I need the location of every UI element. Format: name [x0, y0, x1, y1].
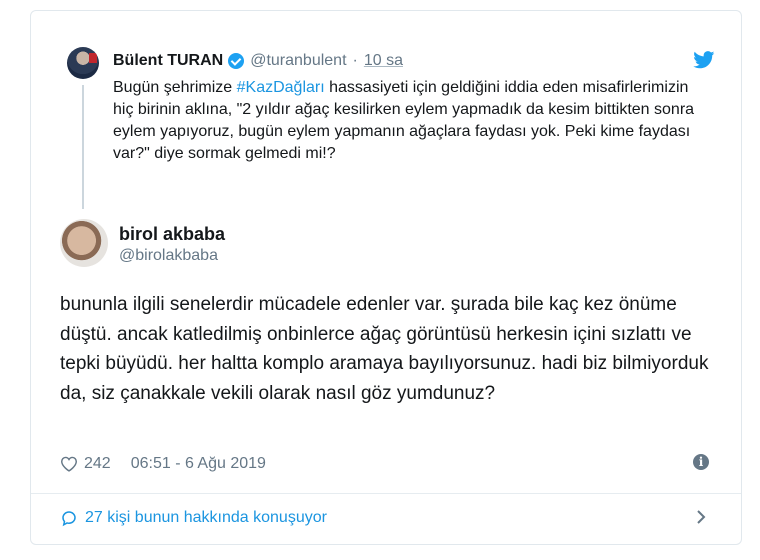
verified-badge-icon — [228, 53, 245, 69]
quoted-tweet-header: Bülent TURAN @turanbulent · 10 sa — [113, 51, 403, 71]
heart-icon[interactable] — [60, 456, 78, 472]
tweet-timestamp[interactable]: 06:51 - 6 Ağu 2019 — [131, 455, 266, 473]
tweet-text: bununla ilgili senelerdir mücadele edenl… — [60, 294, 709, 404]
thread-line — [82, 85, 84, 209]
like-count[interactable]: 242 — [84, 455, 111, 473]
chevron-right-icon[interactable] — [695, 509, 707, 525]
tweet-card: Bülent TURAN @turanbulent · 10 sa Bugün … — [30, 10, 742, 545]
speech-bubble-icon — [62, 511, 76, 527]
quoted-author-handle[interactable]: @turanbulent — [250, 52, 346, 70]
info-icon[interactable]: i — [693, 454, 709, 470]
author-avatar[interactable] — [60, 219, 108, 267]
quoted-author-avatar[interactable] — [67, 47, 99, 79]
quoted-author-name[interactable]: Bülent TURAN — [113, 52, 223, 70]
quoted-tweet-text: Bugün şehrimize #KazDağları hassasiyeti … — [113, 77, 713, 165]
conversation-link[interactable]: 27 kişi bunun hakkında konuşuyor — [60, 505, 327, 531]
author-handle[interactable]: @birolakbaba — [119, 247, 218, 265]
tweet-meta: 242 06:51 - 6 Ağu 2019 — [60, 453, 266, 475]
separator-dot: · — [352, 52, 358, 69]
hashtag-link[interactable]: #KazDağları — [237, 79, 325, 96]
quoted-text-before: Bugün şehrimize — [113, 79, 237, 96]
conversation-label[interactable]: 27 kişi bunun hakkında konuşuyor — [85, 509, 327, 527]
flag-icon — [89, 53, 97, 63]
quoted-tweet-time[interactable]: 10 sa — [364, 52, 403, 70]
divider — [31, 493, 741, 494]
twitter-bird-icon[interactable] — [693, 51, 715, 69]
author-name[interactable]: birol akbaba — [119, 224, 225, 245]
